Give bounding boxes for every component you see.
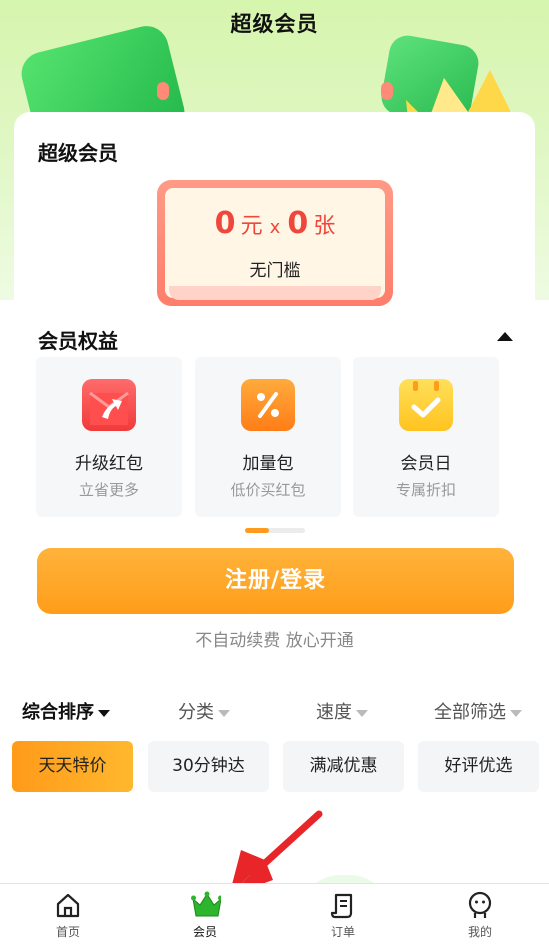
home-icon (56, 893, 80, 918)
calendar-check-icon (399, 379, 453, 431)
profile-face-icon (468, 891, 492, 918)
chip-discounts[interactable]: 满减优惠 (283, 741, 404, 792)
chip-30-min-delivery[interactable]: 30分钟达 (148, 741, 269, 792)
order-scroll-icon (330, 893, 353, 919)
ticket-notch-left (157, 82, 169, 100)
coupon-amount: 0 (214, 206, 236, 241)
tab-orders[interactable]: 订单 (293, 884, 393, 945)
sort-speed[interactable]: 速度 (316, 698, 368, 724)
benefit-name: 加量包 (242, 454, 294, 474)
benefit-addon-pack[interactable]: 加量包 低价买红包 (195, 357, 341, 517)
tab-membership[interactable]: 会员 (155, 884, 255, 945)
sort-comprehensive[interactable]: 综合排序 (22, 698, 110, 724)
dropdown-triangle-icon (510, 709, 522, 717)
tab-label: 订单 (330, 925, 355, 939)
benefit-name: 升级红包 (75, 454, 143, 474)
sort-category[interactable]: 分类 (178, 698, 230, 724)
benefit-upgrade-redpacket[interactable]: 升级红包 立省更多 (36, 357, 182, 517)
benefits-scroll-thumb (245, 528, 269, 533)
ticket-base (169, 286, 381, 300)
coupon-count: 0 (287, 206, 309, 241)
sort-label: 速度 (316, 702, 352, 723)
sort-all-filters[interactable]: 全部筛选 (434, 698, 522, 724)
coupon-summary: 0 元 x 0 张 (165, 206, 385, 241)
benefit-subtitle: 专属折扣 (395, 481, 456, 499)
benefits-title: 会员权益 (38, 329, 118, 353)
crown-icon (191, 891, 221, 917)
coupon-amount-unit: 元 (240, 214, 263, 239)
coupon-count-unit: 张 (313, 214, 336, 239)
benefit-subtitle: 低价买红包 (230, 481, 306, 499)
collapse-triangle-icon[interactable] (497, 332, 513, 341)
tab-profile[interactable]: 我的 (430, 884, 530, 945)
tab-home[interactable]: 首页 (18, 884, 118, 945)
chip-daily-deals[interactable]: 天天特价 (12, 741, 133, 792)
benefit-member-day[interactable]: 会员日 专属折扣 (353, 357, 499, 517)
benefit-subtitle: 立省更多 (78, 481, 139, 499)
tab-label: 首页 (55, 925, 80, 939)
card-title: 超级会员 (38, 141, 118, 165)
coupon-threshold: 无门槛 (249, 261, 301, 281)
ticket-notch-right (381, 82, 393, 100)
sort-label: 全部筛选 (434, 702, 506, 723)
dropdown-triangle-icon (356, 709, 368, 717)
upgrade-redpacket-icon (82, 379, 136, 431)
benefit-name: 会员日 (400, 454, 452, 474)
auto-renew-note: 不自动续费 放心开通 (195, 631, 354, 651)
tab-label: 我的 (467, 925, 492, 939)
bottom-tab-bar: 首页 会员 订单 我的 (0, 883, 549, 945)
tab-label: 会员 (192, 925, 217, 939)
coupon-ticket-inner: 0 元 x 0 张 无门槛 (165, 188, 385, 298)
percent-coupon-icon (241, 379, 295, 431)
coupon-times: x (269, 217, 281, 238)
sort-label: 分类 (178, 702, 214, 723)
sort-label: 综合排序 (22, 702, 94, 723)
page-title: 超级会员 (230, 12, 319, 36)
register-login-button[interactable]: 注册/登录 (37, 548, 514, 614)
dropdown-triangle-icon (98, 709, 110, 717)
dropdown-triangle-icon (218, 709, 230, 717)
chip-top-rated[interactable]: 好评优选 (418, 741, 539, 792)
